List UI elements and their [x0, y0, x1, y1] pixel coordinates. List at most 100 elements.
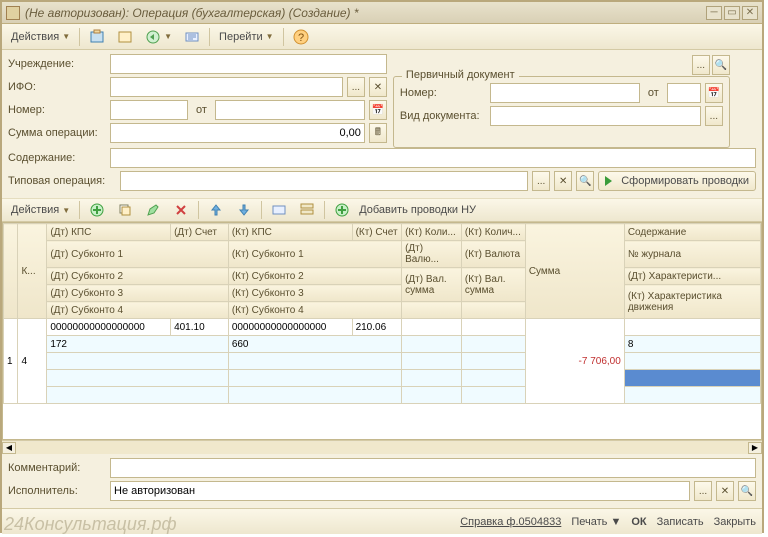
maximize-button[interactable]: ▭: [724, 6, 740, 20]
table-row[interactable]: [4, 387, 761, 404]
toolbar-button-4[interactable]: [179, 27, 205, 47]
print-button[interactable]: Печать ▼: [571, 516, 621, 528]
ifo-label: ИФО:: [8, 81, 106, 93]
help-button[interactable]: ?: [288, 27, 314, 47]
number-label: Номер:: [8, 104, 106, 116]
type-op-detail-button[interactable]: 🔍: [576, 171, 594, 191]
pd-type-select-button[interactable]: ...: [705, 106, 723, 126]
minimize-button[interactable]: ─: [706, 6, 722, 20]
scroll-track[interactable]: [16, 442, 748, 454]
scroll-right-button[interactable]: ▶: [748, 442, 762, 454]
col-kt-sub1[interactable]: (Кт) Субконто 1: [228, 241, 401, 268]
sum-label: Сумма операции:: [8, 127, 106, 139]
content-input[interactable]: [110, 148, 756, 168]
institution-input[interactable]: [110, 54, 387, 74]
pd-type-input[interactable]: [490, 106, 701, 126]
col-sum[interactable]: Сумма: [525, 224, 624, 319]
window-title: (Не авторизован): Операция (бухгалтерска…: [25, 6, 706, 20]
col-kt-qty1[interactable]: (Кт) Коли...: [402, 224, 462, 241]
ok-button[interactable]: ОК: [631, 516, 646, 528]
col-dt-vs[interactable]: (Дт) Вал. сумма: [402, 268, 462, 302]
col-har2[interactable]: (Кт) Характеристика движения: [624, 285, 760, 319]
move-up-button[interactable]: [203, 200, 229, 220]
table-row[interactable]: [4, 353, 761, 370]
goto-menu[interactable]: Перейти▼: [214, 27, 279, 47]
main-toolbar: Действия▼ ▼ Перейти▼ ?: [2, 24, 762, 50]
delete-row-button[interactable]: [168, 200, 194, 220]
col-kt-sub4[interactable]: (Кт) Субконто 4: [228, 302, 401, 319]
play-icon: [605, 176, 612, 186]
pd-number-input[interactable]: [490, 83, 640, 103]
executor-clear-button[interactable]: ✕: [716, 481, 734, 501]
svg-text:?: ?: [298, 32, 304, 44]
type-op-clear-button[interactable]: ✕: [554, 171, 572, 191]
col-dt-kps[interactable]: (Дт) КПС: [47, 224, 171, 241]
statusbar: Справка ф.0504833 Печать ▼ ОК Записать З…: [2, 508, 762, 534]
col-dt-cur[interactable]: (Дт) Валю...: [402, 241, 462, 268]
add-nu-button[interactable]: Добавить проводки НУ: [329, 200, 481, 220]
grid-actions-menu[interactable]: Действия▼: [6, 200, 75, 220]
col-dt-acc[interactable]: (Дт) Счет: [171, 224, 229, 241]
actions-menu[interactable]: Действия▼: [6, 27, 75, 47]
move-down-button[interactable]: [231, 200, 257, 220]
executor-input[interactable]: [110, 481, 690, 501]
grid-button-1[interactable]: [266, 200, 292, 220]
type-op-select-button[interactable]: ...: [532, 171, 550, 191]
executor-select-button[interactable]: ...: [694, 481, 712, 501]
horizontal-scrollbar[interactable]: ◀ ▶: [2, 440, 762, 454]
col-dt-sub1[interactable]: (Дт) Субконто 1: [47, 241, 229, 268]
selected-cell[interactable]: [624, 370, 760, 387]
col-kt-acc[interactable]: (Кт) Счет: [352, 224, 402, 241]
col-dt-sub2[interactable]: (Дт) Субконто 2: [47, 268, 229, 285]
col-dt-sub3[interactable]: (Дт) Субконто 3: [47, 285, 229, 302]
form-postings-button[interactable]: Сформировать проводки: [598, 171, 756, 191]
toolbar-button-3[interactable]: ▼: [140, 27, 177, 47]
copy-row-button[interactable]: [112, 200, 138, 220]
toolbar-button-1[interactable]: [84, 27, 110, 47]
table-row[interactable]: [4, 370, 761, 387]
col-dt-sub4[interactable]: (Дт) Субконто 4: [47, 302, 229, 319]
grid-toolbar: Действия▼ Добавить проводки НУ: [2, 198, 762, 222]
pd-date-picker-button[interactable]: 📅: [705, 83, 723, 103]
reference-link[interactable]: Справка ф.0504833: [460, 516, 561, 528]
number-input[interactable]: [110, 100, 188, 120]
toolbar-button-2[interactable]: [112, 27, 138, 47]
ifo-clear-button[interactable]: ✕: [369, 77, 387, 97]
postings-grid[interactable]: К... (Дт) КПС (Дт) Счет (Кт) КПС (Кт) Сч…: [2, 222, 762, 440]
col-kt-sub2[interactable]: (Кт) Субконто 2: [228, 268, 401, 285]
executor-detail-button[interactable]: 🔍: [738, 481, 756, 501]
col-journal[interactable]: № журнала: [624, 241, 760, 268]
sum-calc-button[interactable]: 🖩: [369, 123, 387, 143]
col-kt-vs[interactable]: (Кт) Вал. сумма: [461, 268, 525, 302]
grid-button-2[interactable]: [294, 200, 320, 220]
close-button[interactable]: ✕: [742, 6, 758, 20]
table-row[interactable]: 1 4 00000000000000000 401.10 00000000000…: [4, 319, 761, 336]
pd-date-input[interactable]: [667, 83, 701, 103]
scroll-left-button[interactable]: ◀: [2, 442, 16, 454]
save-button[interactable]: Записать: [657, 516, 704, 528]
col-kt-qty2[interactable]: (Кт) Колич...: [461, 224, 525, 241]
close-button-bottom[interactable]: Закрыть: [714, 516, 756, 528]
ifo-input[interactable]: [110, 77, 343, 97]
date-picker-button[interactable]: 📅: [369, 100, 387, 120]
col-har1[interactable]: (Дт) Характеристи...: [624, 268, 760, 285]
add-row-button[interactable]: [84, 200, 110, 220]
comment-input[interactable]: [110, 458, 756, 478]
col-k[interactable]: К...: [18, 224, 47, 319]
institution-select-button[interactable]: ...: [692, 55, 710, 75]
col-content[interactable]: Содержание: [624, 224, 760, 241]
sum-input[interactable]: [110, 123, 365, 143]
edit-row-button[interactable]: [140, 200, 166, 220]
type-op-input[interactable]: [120, 171, 528, 191]
col-kt-cur[interactable]: (Кт) Валюта: [461, 241, 525, 268]
col-n[interactable]: [4, 224, 18, 319]
date-input[interactable]: [215, 100, 365, 120]
table-row[interactable]: 172 660 8: [4, 336, 761, 353]
ifo-select-button[interactable]: ...: [347, 77, 365, 97]
col-kt-kps[interactable]: (Кт) КПС: [228, 224, 352, 241]
window-icon: [6, 6, 20, 20]
primary-doc-fieldset: Первичный документ Номер: от 📅 Вид докум…: [393, 76, 730, 148]
institution-detail-button[interactable]: 🔍: [712, 55, 730, 75]
pd-date-label: от: [644, 87, 663, 99]
col-kt-sub3[interactable]: (Кт) Субконто 3: [228, 285, 401, 302]
